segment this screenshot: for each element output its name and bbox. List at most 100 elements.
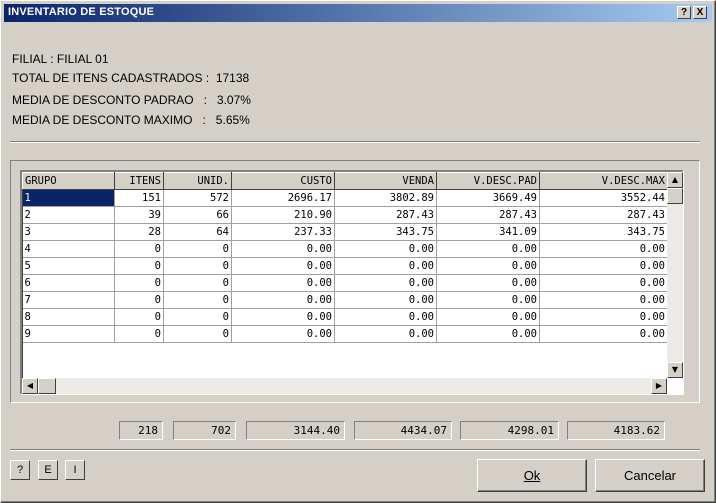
- horizontal-scrollbar[interactable]: ◀ ▶: [22, 378, 667, 394]
- table-cell[interactable]: 343.75: [334, 223, 437, 241]
- table-cell[interactable]: 0: [163, 308, 232, 326]
- table-row[interactable]: 7 0 0 0.00 0.00 0.00 0.00: [22, 291, 668, 309]
- column-header[interactable]: VENDA: [334, 172, 437, 190]
- table-cell[interactable]: 343.75: [539, 223, 668, 241]
- scroll-right-icon[interactable]: ▶: [651, 378, 667, 394]
- table-cell[interactable]: 0.00: [436, 308, 540, 326]
- table-cell[interactable]: 39: [114, 206, 164, 224]
- close-button[interactable]: X: [693, 6, 707, 19]
- horizontal-scroll-thumb[interactable]: [38, 378, 56, 394]
- help-button[interactable]: ?: [10, 460, 30, 480]
- table-cell[interactable]: 0.00: [539, 308, 668, 326]
- table-row[interactable]: 6 0 0 0.00 0.00 0.00 0.00: [22, 274, 668, 292]
- table-cell[interactable]: 0.00: [231, 240, 335, 258]
- table-cell[interactable]: 0: [114, 325, 164, 343]
- table-cell[interactable]: 0.00: [436, 274, 540, 292]
- table-row[interactable]: 4 0 0 0.00 0.00 0.00 0.00: [22, 240, 668, 258]
- scroll-left-icon[interactable]: ◀: [22, 378, 38, 394]
- table-cell[interactable]: 0: [163, 325, 232, 343]
- separator-top: [10, 141, 700, 143]
- table-cell[interactable]: 5: [22, 257, 115, 275]
- table-cell[interactable]: 572: [163, 189, 232, 207]
- table-cell[interactable]: 1: [22, 189, 115, 207]
- table-cell[interactable]: 0.00: [436, 291, 540, 309]
- cancel-button[interactable]: Cancelar: [595, 459, 705, 492]
- table-cell[interactable]: 0.00: [436, 240, 540, 258]
- table-cell[interactable]: 210.90: [231, 206, 335, 224]
- column-header[interactable]: UNID.: [163, 172, 232, 190]
- table-cell[interactable]: 287.43: [334, 206, 437, 224]
- table-cell[interactable]: 287.43: [539, 206, 668, 224]
- table-cell[interactable]: 0.00: [231, 325, 335, 343]
- table-cell[interactable]: 66: [163, 206, 232, 224]
- table-cell[interactable]: 151: [114, 189, 164, 207]
- table-cell[interactable]: 0.00: [539, 274, 668, 292]
- table-cell[interactable]: 0.00: [334, 240, 437, 258]
- table-cell[interactable]: 0: [114, 274, 164, 292]
- table-cell[interactable]: 0.00: [334, 257, 437, 275]
- table-row[interactable]: 9 0 0 0.00 0.00 0.00 0.00: [22, 325, 668, 343]
- table-cell[interactable]: 0.00: [231, 274, 335, 292]
- vertical-scrollbar[interactable]: ▲ ▼: [667, 172, 683, 378]
- table-cell[interactable]: 0.00: [231, 291, 335, 309]
- table-cell[interactable]: 0: [114, 308, 164, 326]
- table-cell[interactable]: 28: [114, 223, 164, 241]
- table-cell[interactable]: 3552.44: [539, 189, 668, 207]
- table-row[interactable]: 8 0 0 0.00 0.00 0.00 0.00: [22, 308, 668, 326]
- table-cell[interactable]: 0.00: [231, 308, 335, 326]
- table-cell[interactable]: 7: [22, 291, 115, 309]
- column-header[interactable]: GRUPO: [22, 172, 115, 190]
- table-cell[interactable]: 237.33: [231, 223, 335, 241]
- table-cell[interactable]: 287.43: [436, 206, 540, 224]
- table-cell[interactable]: 4: [22, 240, 115, 258]
- table-cell[interactable]: 8: [22, 308, 115, 326]
- table-cell[interactable]: 64: [163, 223, 232, 241]
- scroll-down-icon[interactable]: ▼: [667, 362, 683, 378]
- table-cell[interactable]: 0.00: [334, 325, 437, 343]
- column-header[interactable]: ITENS: [114, 172, 164, 190]
- table-cell[interactable]: 0: [163, 291, 232, 309]
- table-cell[interactable]: 3: [22, 223, 115, 241]
- table-cell[interactable]: 0.00: [231, 257, 335, 275]
- table-cell[interactable]: 0: [114, 291, 164, 309]
- filial-label: FILIAL : FILIAL 01: [12, 52, 109, 66]
- table-cell[interactable]: 0.00: [334, 308, 437, 326]
- inventory-table[interactable]: GRUPO ITENS UNID. CUSTO VENDA V.DESC.PAD V.DES…: [22, 172, 668, 343]
- table-row[interactable]: 5 0 0 0.00 0.00 0.00 0.00: [22, 257, 668, 275]
- column-header[interactable]: CUSTO: [231, 172, 335, 190]
- table-cell[interactable]: 0.00: [539, 240, 668, 258]
- table-cell[interactable]: 0: [114, 240, 164, 258]
- help-title-button[interactable]: ?: [677, 6, 691, 19]
- table-row[interactable]: 3 28 64 237.33 343.75 341.09 343.75: [22, 223, 668, 241]
- total-v-desc-pad: 4298.01: [460, 421, 559, 440]
- table-cell[interactable]: 0.00: [539, 257, 668, 275]
- table-cell[interactable]: 2: [22, 206, 115, 224]
- table-cell[interactable]: 0.00: [539, 325, 668, 343]
- table-cell[interactable]: 0: [163, 240, 232, 258]
- table-cell[interactable]: 341.09: [436, 223, 540, 241]
- table-cell[interactable]: 2696.17: [231, 189, 335, 207]
- column-header[interactable]: V.DESC.MAX: [539, 172, 668, 190]
- table-cell[interactable]: 0: [163, 274, 232, 292]
- table-cell[interactable]: 3669.49: [436, 189, 540, 207]
- table-row[interactable]: 2 39 66 210.90 287.43 287.43 287.43: [22, 206, 668, 224]
- table-cell[interactable]: 3802.89: [334, 189, 437, 207]
- e-button[interactable]: E: [38, 460, 58, 480]
- table-cell[interactable]: 0.00: [539, 291, 668, 309]
- ok-button[interactable]: Ok: [477, 459, 587, 492]
- column-header[interactable]: V.DESC.PAD: [436, 172, 540, 190]
- scroll-up-icon[interactable]: ▲: [667, 172, 683, 188]
- table-cell[interactable]: 6: [22, 274, 115, 292]
- table-row[interactable]: 1 151 572 2696.17 3802.89 3669.49 3552.44: [22, 189, 668, 207]
- inventory-grid[interactable]: GRUPO ITENS UNID. CUSTO VENDA V.DESC.PAD V.DES…: [20, 170, 684, 395]
- table-cell[interactable]: 0: [163, 257, 232, 275]
- table-cell[interactable]: 0.00: [334, 291, 437, 309]
- title-bar[interactable]: INVENTARIO DE ESTOQUE ? X: [4, 4, 712, 22]
- table-cell[interactable]: 9: [22, 325, 115, 343]
- i-button[interactable]: I: [65, 460, 85, 480]
- table-cell[interactable]: 0.00: [436, 257, 540, 275]
- table-cell[interactable]: 0.00: [436, 325, 540, 343]
- table-cell[interactable]: 0: [114, 257, 164, 275]
- table-cell[interactable]: 0.00: [334, 274, 437, 292]
- vertical-scroll-thumb[interactable]: [667, 188, 683, 204]
